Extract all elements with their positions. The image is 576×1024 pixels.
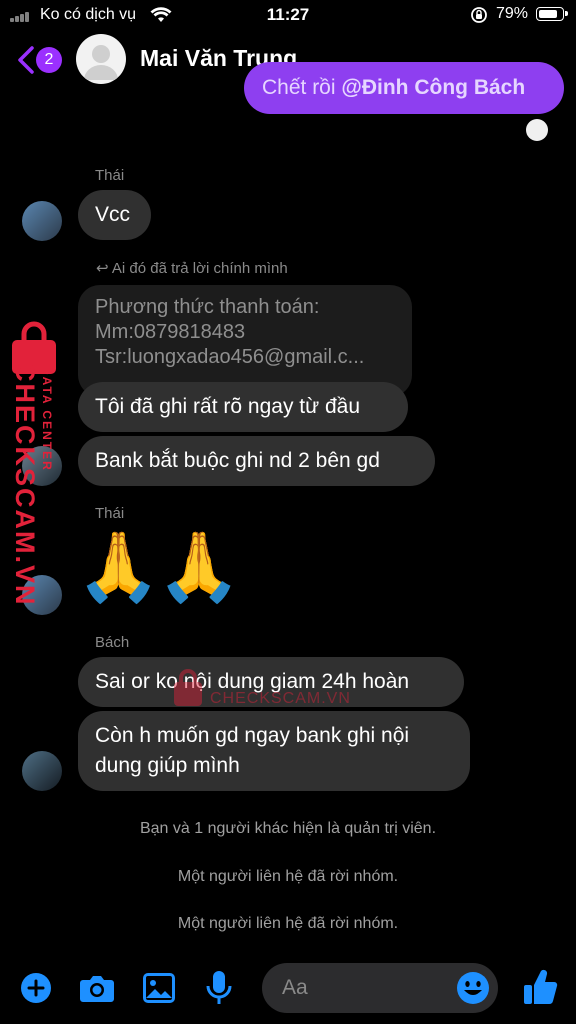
battery-percent: 79% [496,5,529,22]
avatar[interactable] [22,201,62,241]
message-bubble[interactable]: Bank bắt buộc ghi nd 2 bên gd [78,436,435,486]
rotation-lock-icon [471,7,487,23]
quoted-line: Mm:0879818483 [95,321,246,343]
sender-name: Thái [95,167,125,184]
camera-icon[interactable] [79,973,115,1003]
outgoing-message[interactable]: Chết rồi @Đinh Công Bách [244,62,564,114]
message-bubble[interactable]: Tôi đã ghi rất rõ ngay từ đầu [78,382,408,432]
avatar[interactable] [22,751,62,791]
message-line: Còn h muốn gd ngay bank ghi nội [95,724,410,747]
emoji-message[interactable]: 🙏🙏 [76,527,241,607]
watermark-sub: DATA CENTER [40,366,54,472]
watermark: CHECKSCAM.VN [170,668,370,714]
watermark-brand: CHECKSCAM.VN [210,690,351,707]
system-message: Một người liên hệ đã rời nhóm. [177,868,399,885]
lock-icon [174,669,202,706]
system-message: Một người liên hệ đã rời nhóm. [177,915,399,932]
message-bubble[interactable]: Còn h muốn gd ngay bank ghi nội dung giú… [78,711,470,791]
sender-name: Thái [95,505,125,522]
gallery-icon[interactable] [142,972,176,1004]
mic-icon[interactable] [206,970,232,1006]
system-message: Bạn và 1 người khác hiện là quản trị viê… [139,820,437,837]
watermark: CHECKSCAM.VN DATA CENTER [4,318,64,607]
status-bar: Ko có dịch vụ 11:27 79% [0,0,576,30]
reply-indicator-text: Ai đó đã trả lời chính mình [111,260,288,277]
clock: 11:27 [266,5,310,24]
reply-icon: ↩ [96,260,112,277]
unread-badge[interactable]: 2 [36,47,62,73]
seen-avatar [526,119,548,141]
like-icon[interactable] [522,968,558,1006]
message-input-placeholder: Aa [282,976,308,999]
quoted-message[interactable]: Phương thức thanh toán: Mm:0879818483 Ts… [78,285,412,397]
mention[interactable]: @Đinh Công Bách [341,76,525,99]
reply-indicator: ↩ Ai đó đã trả lời chính mình [96,259,288,277]
message-bubble[interactable]: Vcc [78,190,151,240]
quoted-line: Tsr:luongxadao456@gmail.c... [95,346,365,368]
sender-name: Bách [95,634,130,651]
emoji-icon[interactable] [456,971,490,1005]
quoted-line: Phương thức thanh toán: [95,296,320,318]
watermark-brand: CHECKSCAM.VN [10,362,40,607]
message-text: Chết rồi [262,76,342,99]
avatar[interactable] [76,34,126,84]
plus-icon[interactable] [20,972,52,1004]
message-line: dung giúp mình [95,754,240,777]
avatar-placeholder-icon [84,45,118,80]
battery-icon [536,7,568,21]
